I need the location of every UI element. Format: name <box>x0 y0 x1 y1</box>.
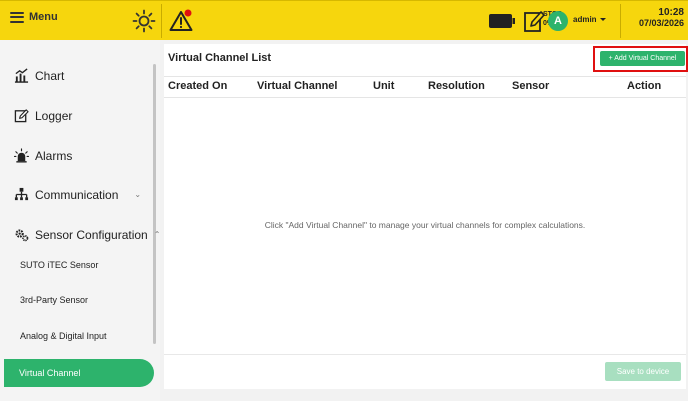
column-header-unit[interactable]: Unit <box>373 80 394 92</box>
sidebar-item-label: Chart <box>35 68 65 83</box>
network-icon <box>14 187 29 201</box>
logger-icon <box>14 109 29 123</box>
sidebar-item-label: Virtual Channel <box>19 368 81 378</box>
column-header-sensor[interactable]: Sensor <box>512 80 549 92</box>
chevron-down-icon <box>599 18 606 22</box>
sidebar-item-label: Sensor Configuration <box>35 227 148 242</box>
menu-button[interactable]: Menu <box>10 11 58 23</box>
clock-date: 07/03/2026 <box>638 18 684 28</box>
alarms-icon <box>14 148 29 163</box>
topbar-divider <box>161 4 162 38</box>
sidebar-subitem-suto-itec-sensor[interactable]: SUTO iTEC Sensor <box>20 260 98 270</box>
sun-icon[interactable] <box>132 9 156 33</box>
clock: 10:28 07/03/2026 <box>639 7 684 29</box>
alarm-warning-icon[interactable] <box>168 8 194 34</box>
battery-icon <box>489 14 515 28</box>
sidebar-item-communication[interactable]: Communication ⌄ <box>14 187 141 202</box>
save-to-device-button[interactable]: Save to device <box>605 362 681 381</box>
column-header-created-on[interactable]: Created On <box>168 80 227 92</box>
sidebar-item-label: Logger <box>35 108 73 123</box>
chevron-down-icon: ⌄ <box>134 190 142 199</box>
sidebar-item-label: Alarms <box>35 148 73 163</box>
sidebar-scrollbar[interactable] <box>153 64 156 344</box>
sidebar-item-chart[interactable]: Chart <box>14 68 64 83</box>
stop-recording-icon[interactable] <box>523 9 545 33</box>
clock-time: 10:28 <box>658 7 684 18</box>
top-bar: Menu STOP 0% A admin 10:28 07/03/2026 <box>0 0 688 40</box>
column-header-virtual-channel[interactable]: Virtual Channel <box>257 80 337 92</box>
sidebar-subitem-analog-digital-input[interactable]: Analog & Digital Input <box>20 331 107 341</box>
table-header <box>164 76 686 98</box>
avatar[interactable]: A <box>548 11 568 31</box>
footer-divider <box>164 354 686 355</box>
sidebar-item-sensor-configuration[interactable]: Sensor Configuration ⌃ <box>14 227 160 242</box>
chart-icon <box>14 68 29 83</box>
sidebar-subitem-3rd-party-sensor[interactable]: 3rd-Party Sensor <box>20 295 88 305</box>
sidebar <box>0 40 160 401</box>
page-title: Virtual Channel List <box>168 52 272 64</box>
gear-icon <box>15 229 29 242</box>
sidebar-item-label: Communication <box>35 187 119 202</box>
user-name: admin <box>573 15 597 24</box>
column-header-action: Action <box>627 80 662 92</box>
sidebar-subitem-virtual-channel[interactable]: Virtual Channel <box>4 359 154 387</box>
sidebar-item-logger[interactable]: Logger <box>14 108 72 123</box>
topbar-divider-right <box>620 4 621 38</box>
highlight-box <box>593 46 688 72</box>
sidebar-item-alarms[interactable]: Alarms <box>14 148 72 163</box>
user-menu[interactable]: admin <box>573 15 606 24</box>
column-header-resolution[interactable]: Resolution <box>428 80 485 92</box>
empty-state-message: Click "Add Virtual Channel" to manage yo… <box>264 220 586 230</box>
hamburger-icon <box>10 11 24 23</box>
menu-label: Menu <box>29 11 58 23</box>
